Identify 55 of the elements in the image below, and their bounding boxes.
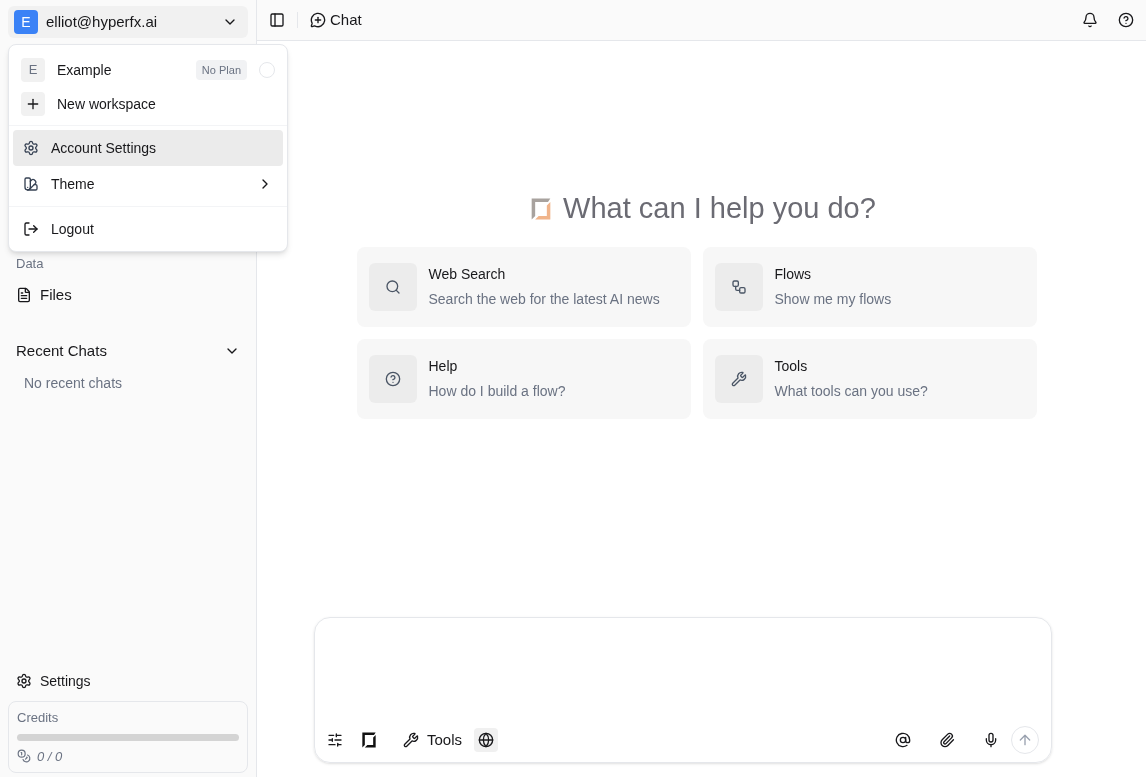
account-avatar: E bbox=[14, 10, 38, 34]
palette-icon bbox=[23, 176, 39, 192]
suggestion-card[interactable]: Help How do I build a flow? bbox=[356, 338, 691, 419]
menu-item[interactable]: Account Settings bbox=[13, 130, 283, 166]
section-label: Data bbox=[16, 256, 44, 271]
web-toggle[interactable] bbox=[474, 728, 499, 752]
sidebar-item[interactable]: Files bbox=[8, 279, 248, 311]
suggestion-subtitle: How do I build a flow? bbox=[428, 381, 566, 401]
logo-button[interactable] bbox=[359, 730, 379, 750]
sidebar-toggle-icon[interactable] bbox=[269, 12, 285, 28]
microphone-icon[interactable] bbox=[983, 732, 999, 748]
settings-link[interactable]: Settings bbox=[8, 665, 248, 697]
logout-icon bbox=[23, 221, 39, 237]
workspace-avatar: E bbox=[21, 58, 45, 82]
account-switcher[interactable]: E elliot@hyperfx.ai bbox=[8, 6, 248, 38]
suggestion-subtitle: What tools can you use? bbox=[774, 381, 928, 401]
suggestion-card[interactable]: Tools What tools can you use? bbox=[702, 338, 1037, 419]
search-icon bbox=[384, 278, 401, 295]
suggestion-title: Web Search bbox=[428, 264, 507, 284]
credits-label: Credits bbox=[17, 709, 60, 727]
plan-badge: No Plan bbox=[195, 59, 247, 81]
flow-icon bbox=[730, 278, 747, 295]
account-email: elliot@hyperfx.ai bbox=[46, 11, 159, 32]
attach-icon[interactable] bbox=[939, 732, 955, 748]
workspace-item[interactable]: E Example No Plan bbox=[21, 55, 275, 85]
suggestion-card[interactable]: Flows Show me my flows bbox=[702, 246, 1037, 327]
logout-item[interactable]: Logout bbox=[13, 211, 283, 247]
mention-icon[interactable] bbox=[895, 732, 911, 748]
help-icon[interactable] bbox=[1118, 12, 1134, 28]
tools-button[interactable]: Tools bbox=[403, 728, 463, 752]
suggestion-card[interactable]: Web Search Search the web for the latest AI news bbox=[356, 246, 691, 327]
wrench-icon bbox=[730, 370, 747, 387]
chat-icon bbox=[310, 12, 326, 28]
message-composer[interactable]: Tools bbox=[314, 617, 1052, 763]
options-icon[interactable] bbox=[327, 732, 343, 748]
file-icon bbox=[16, 287, 32, 303]
notification-icon[interactable] bbox=[1082, 12, 1098, 28]
settings-icon bbox=[16, 673, 32, 689]
empty-message: No recent chats bbox=[23, 374, 124, 393]
settings-icon bbox=[23, 140, 39, 156]
suggestion-subtitle: Show me my flows bbox=[774, 289, 892, 309]
wrench-icon bbox=[403, 732, 419, 748]
suggestion-title: Flows bbox=[774, 264, 813, 284]
suggestion-title: Tools bbox=[774, 356, 809, 376]
help-icon bbox=[384, 370, 401, 387]
new-workspace-item[interactable]: New workspace bbox=[21, 89, 275, 119]
heading: What can I help you do? bbox=[563, 191, 876, 226]
workspace-name: Example bbox=[57, 60, 113, 80]
recent-chats-header[interactable]: Recent Chats bbox=[8, 335, 248, 367]
suggestion-subtitle: Search the web for the latest AI news bbox=[428, 289, 660, 309]
page-title: Chat bbox=[330, 9, 362, 30]
logo-icon bbox=[359, 730, 379, 750]
coins-icon bbox=[17, 749, 31, 764]
suggestion-title: Help bbox=[428, 356, 459, 376]
credits-reading: 0 / 0 bbox=[37, 747, 63, 766]
